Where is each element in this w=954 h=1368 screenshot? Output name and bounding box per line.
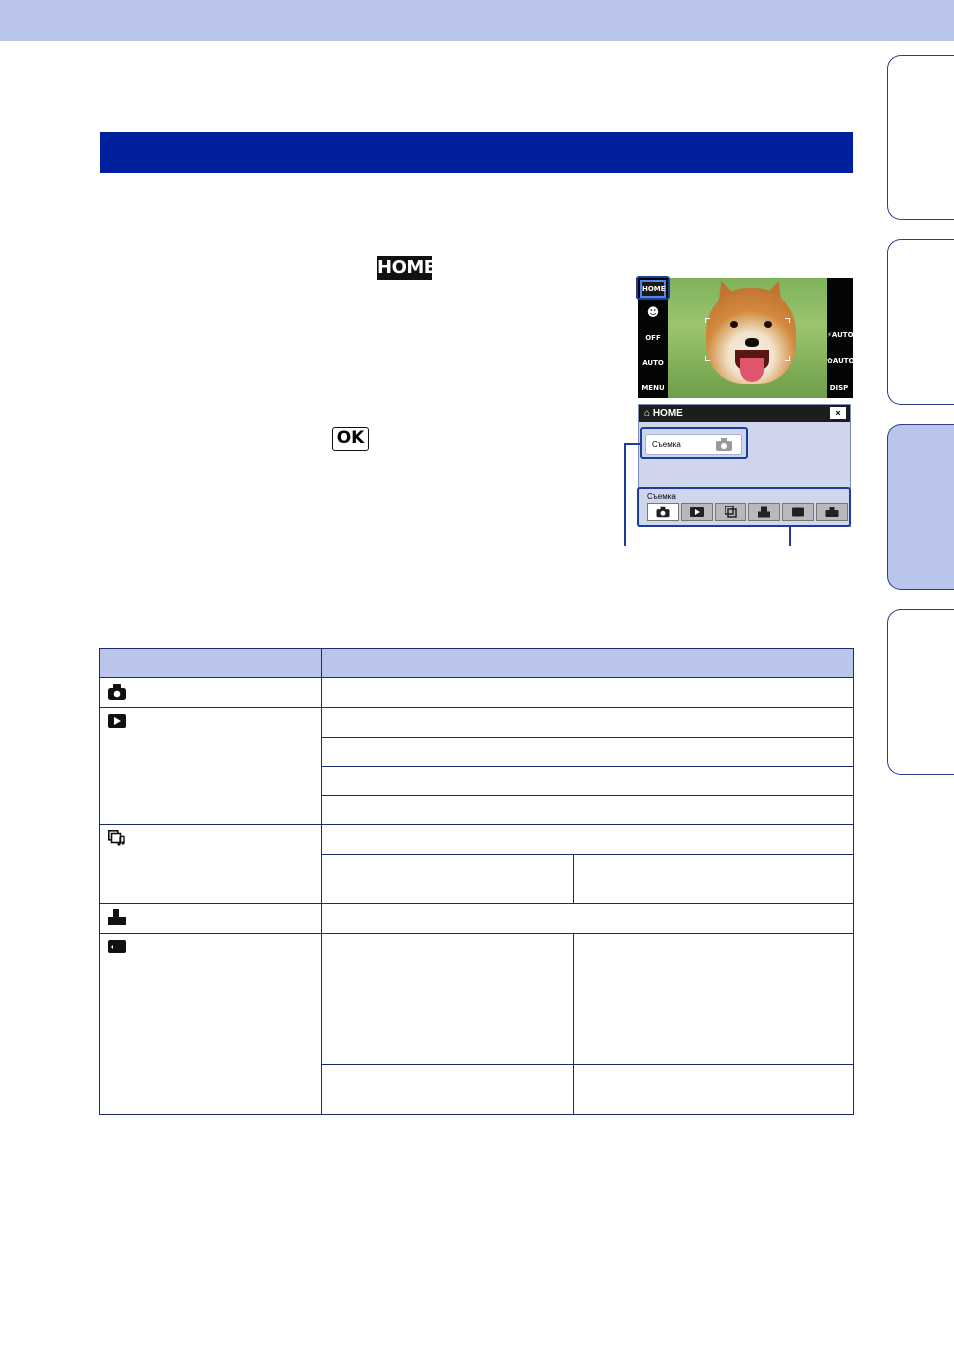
dog-photo [668, 278, 827, 398]
callout-category-strip [637, 487, 851, 527]
timer-label: OFF [645, 334, 661, 342]
close-icon[interactable]: × [830, 407, 846, 419]
table-column-divider [573, 854, 574, 903]
home-categories-table [99, 648, 854, 1115]
menu-button[interactable]: MENU [640, 384, 666, 392]
dog-eye-left [730, 321, 738, 328]
macro-label: AUTO [832, 357, 855, 365]
table-header [100, 649, 853, 678]
table-row-divider [321, 766, 853, 767]
table-column-divider [573, 933, 574, 1114]
slideshow-music-icon [108, 830, 125, 846]
iso-icon[interactable]: AUTO [640, 359, 666, 367]
print-icon [108, 909, 126, 925]
home-menu-title: HOME [652, 408, 683, 419]
side-tab-1[interactable] [887, 55, 954, 220]
table-row-divider [100, 824, 853, 825]
af-frame-corner [785, 318, 790, 323]
camera-icon [108, 684, 126, 700]
table-column-divider [321, 649, 322, 1114]
table-row-divider [100, 903, 853, 904]
table-row-divider [100, 933, 853, 934]
callout-home-button [636, 276, 670, 300]
table-row-divider [321, 1064, 853, 1065]
flash-label: AUTO [831, 331, 854, 339]
table-row-divider [100, 707, 853, 708]
table-row-divider [321, 737, 853, 738]
side-tab-2[interactable] [887, 239, 954, 405]
self-timer-icon[interactable]: OFF [640, 334, 666, 342]
table-row-divider [321, 854, 853, 855]
playback-icon [108, 714, 126, 728]
memory-card-icon [108, 940, 126, 953]
home-menu-titlebar: ⌂ HOME × [639, 405, 850, 422]
af-frame-corner [705, 356, 710, 361]
disp-button[interactable]: DISP [827, 384, 851, 392]
flash-icon[interactable]: ⚡AUTO [827, 331, 854, 339]
leader-line-category [789, 526, 791, 546]
side-tab-3[interactable] [887, 424, 954, 590]
dog-eye-right [764, 321, 772, 328]
home-button-glyph: HOME [377, 256, 436, 280]
header-band [0, 0, 954, 41]
table-row-divider [321, 795, 853, 796]
dog-tongue [740, 358, 764, 382]
dog-head [706, 288, 796, 384]
leader-line-item [624, 443, 626, 546]
af-frame-corner [705, 318, 710, 323]
house-icon: ⌂ [644, 408, 651, 419]
dog-nose [745, 338, 759, 347]
section-title-bar [100, 132, 853, 173]
camera-screen: HOME ☻ OFF AUTO MENU ⚡AUTO ✿AUTO DISP [638, 278, 855, 398]
callout-menu-item [640, 427, 748, 459]
leader-line-item [624, 443, 641, 445]
iso-label: AUTO [642, 359, 664, 367]
macro-icon[interactable]: ✿AUTO [827, 357, 855, 365]
side-tab-4[interactable] [887, 609, 954, 775]
ok-button-glyph: OK [332, 427, 369, 451]
af-frame-corner [785, 356, 790, 361]
smile-icon[interactable]: ☻ [644, 305, 662, 319]
